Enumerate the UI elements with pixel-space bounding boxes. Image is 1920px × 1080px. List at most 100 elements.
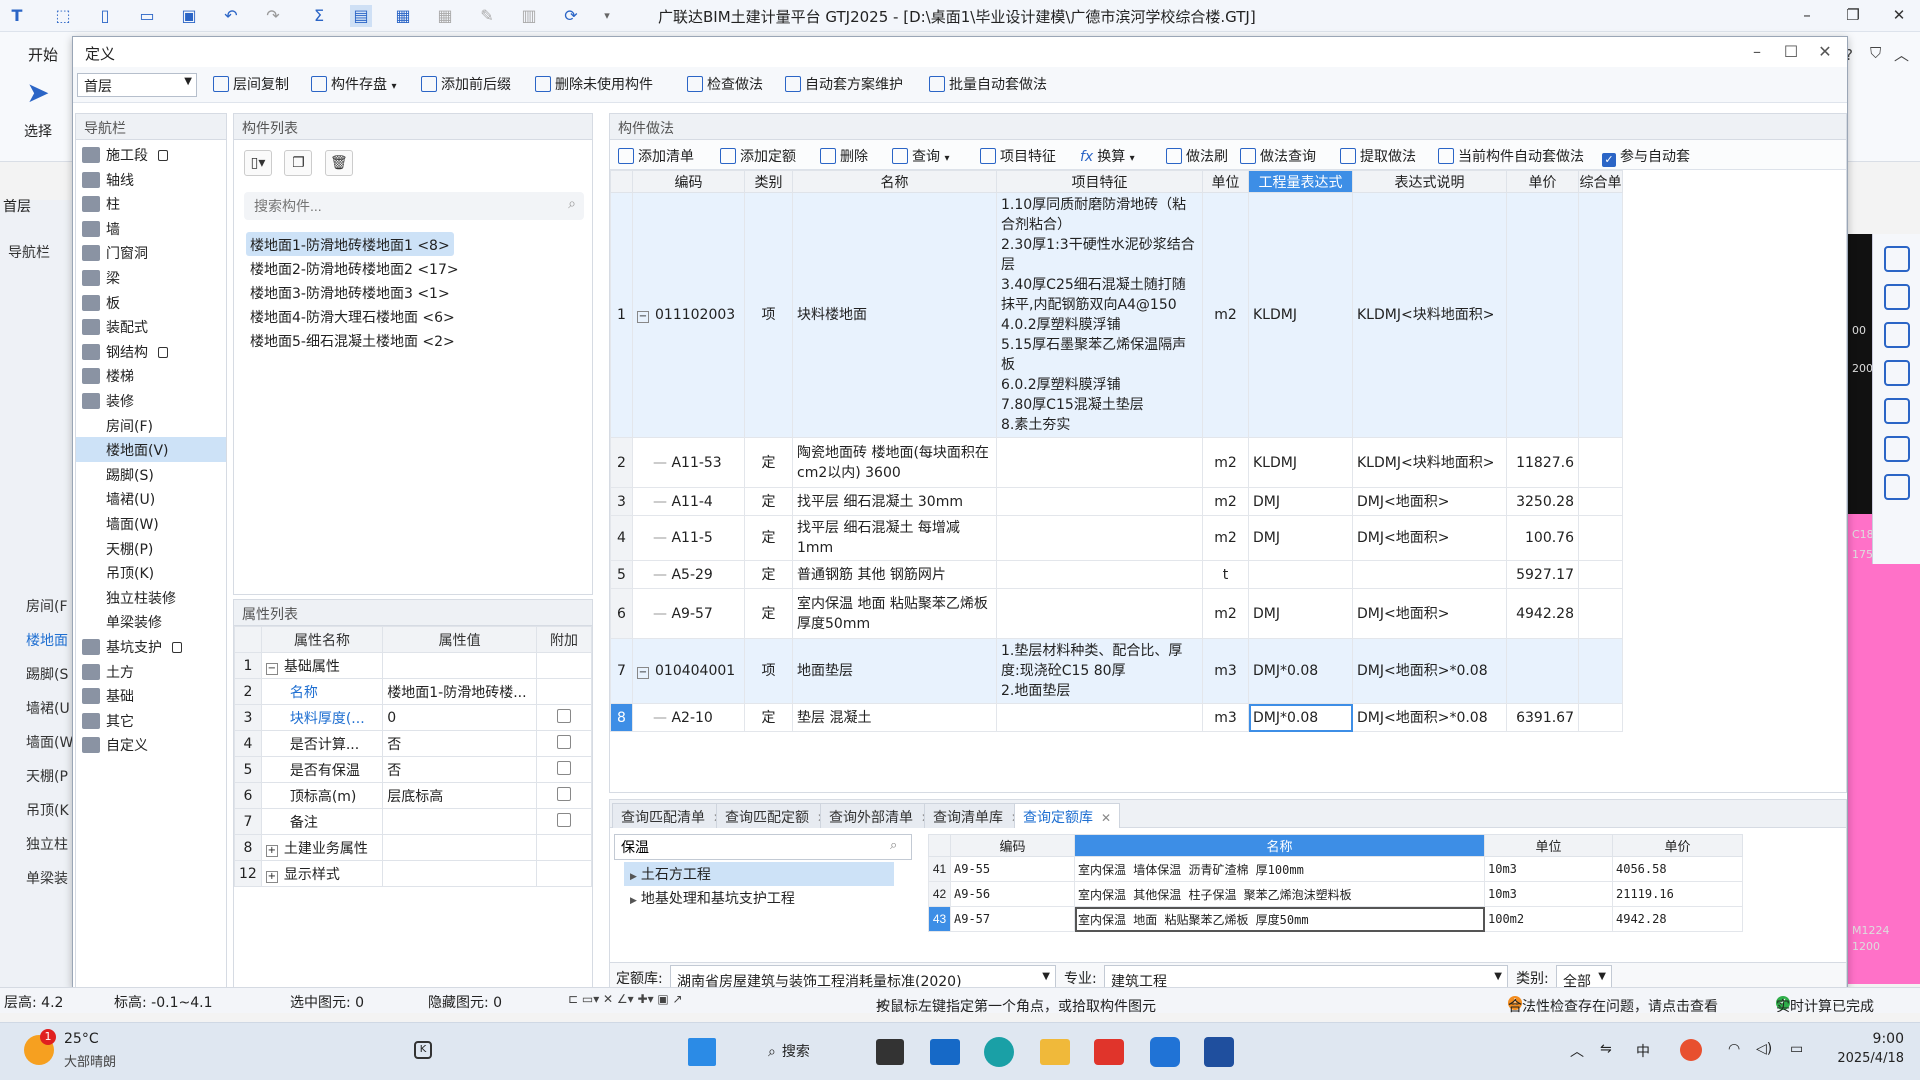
nav-item[interactable]: 土方 [76, 659, 226, 684]
expand-toggle-icon[interactable]: + [265, 844, 278, 857]
unit-cell[interactable]: m2 [1202, 487, 1249, 516]
expression-cell[interactable]: DMJ [1248, 515, 1353, 561]
name-cell[interactable]: 找平层 细石混凝土 30mm [792, 487, 997, 516]
app-left-item[interactable]: 天棚(P [26, 766, 68, 786]
unit-cell[interactable]: m3 [1202, 703, 1249, 732]
nav-item[interactable]: 楼梯 [76, 363, 226, 388]
sogou-ime-icon[interactable] [1680, 1039, 1702, 1061]
close-tab-icon[interactable]: ✕ [1101, 811, 1111, 825]
volume-icon[interactable]: ◁) [1756, 1041, 1772, 1057]
redo-icon[interactable]: ↷ [262, 5, 284, 27]
expr-desc-cell[interactable]: DMJ<地面积> [1352, 588, 1507, 639]
undo-icon[interactable]: ↶ [220, 5, 242, 27]
property-row[interactable]: 2 名称 楼地面1-防滑地砖楼... [234, 678, 593, 705]
property-row[interactable]: 7 备注 [234, 808, 593, 835]
taskbar-search[interactable]: ⌕ 搜索 [768, 1041, 810, 1061]
expression-cell[interactable] [1248, 560, 1353, 589]
attach-checkbox[interactable] [556, 734, 571, 749]
type-cell[interactable]: 定 [744, 703, 793, 732]
query-tab[interactable]: 查询定额库 ✕ [1014, 803, 1121, 828]
quota-unit-cell[interactable]: 100m2 [1484, 906, 1613, 932]
property-value[interactable]: 0 [382, 704, 537, 731]
property-row[interactable]: 12 + 显示样式 [234, 860, 593, 887]
new-file-icon[interactable]: ▯ [94, 5, 116, 27]
query-tab[interactable]: 查询匹配清单✕ [612, 803, 733, 828]
collapse-toggle-icon[interactable]: − [637, 667, 649, 679]
expression-cell[interactable]: DMJ*0.08 [1248, 638, 1353, 704]
item-features-button[interactable]: 项目特征 [980, 146, 1056, 166]
nav-item[interactable]: 楼地面(V) [76, 437, 226, 463]
code-cell[interactable]: −010404001 [632, 638, 745, 704]
name-cell[interactable]: 普通钢筋 其他 钢筋网片 [792, 560, 997, 589]
component-item[interactable]: 楼地面3-防滑地砖楼地面3 <1> [246, 280, 454, 304]
fullscreen-icon[interactable] [1883, 398, 1910, 424]
property-row[interactable]: 6 顶标高(m) 层底标高 [234, 782, 593, 809]
quota-code-cell[interactable]: A9-55 [950, 856, 1075, 882]
nav-item[interactable]: 柱 [76, 191, 226, 216]
method-row[interactable]: 4 — A11-5 定 找平层 细石混凝土 每增减 1mm m2 DMJ DMJ<地面积> 1… [610, 515, 1623, 561]
nav-item[interactable]: 踢脚(S) [76, 462, 226, 487]
property-value[interactable]: 楼地面1-防滑地砖楼... [382, 678, 537, 705]
quota-row[interactable]: 41 A9-55 室内保温 墙体保温 沥青矿渣棉 厚100mm 10m3 4056.58 [928, 856, 1743, 882]
code-cell[interactable]: — A2-10 [632, 703, 745, 732]
dialog-close-button[interactable]: ✕ [1811, 40, 1839, 64]
method-query-button[interactable]: 做法查询 [1240, 146, 1316, 166]
quota-unit-cell[interactable]: 10m3 [1484, 856, 1613, 882]
query-tab[interactable]: 查询外部清单✕ [820, 803, 941, 828]
quota-price-cell[interactable]: 21119.16 [1612, 881, 1743, 907]
tray-expand-icon[interactable]: ︿ [1570, 1041, 1584, 1061]
nav-item[interactable]: 轴线 [76, 167, 226, 192]
open-folder-icon[interactable]: ▭ [136, 5, 158, 27]
expand-toggle-icon[interactable]: − [265, 662, 278, 675]
nav-item[interactable]: 单梁装修 [76, 609, 226, 634]
nav-item[interactable]: 墙裙(U) [76, 486, 226, 511]
orbit-view-icon[interactable] [1883, 246, 1910, 272]
property-value[interactable]: 否 [382, 730, 537, 757]
unit-cell[interactable]: t [1202, 560, 1249, 589]
table-icon[interactable]: ▥ [518, 5, 540, 27]
snap-tools-icon[interactable]: ⊏ ▭▾ ✕ ∠▾ ✚▾ ▣ ↗ [568, 992, 683, 1006]
code-cell[interactable]: −011102003 [632, 192, 745, 438]
add-prefix-suffix-button[interactable]: 添加前后缀 [421, 74, 511, 94]
query-tab[interactable]: 查询匹配定额✕ [716, 803, 837, 828]
app-left-item[interactable]: 墙面(W [26, 732, 73, 752]
method-row[interactable]: 1−011102003 项块料楼地面 1.10厚同质耐磨防滑地砖（粘合剂粘合） 2.… [610, 192, 1623, 438]
property-row[interactable]: 5 是否有保温 否 [234, 756, 593, 783]
query-search-input[interactable] [614, 834, 912, 860]
new-component-button[interactable]: ▯▾ [244, 150, 272, 176]
nav-item[interactable]: 装配式 [76, 314, 226, 339]
delete-component-button[interactable]: 🗑 [324, 150, 353, 176]
expression-cell[interactable]: DMJ*0.08 [1248, 703, 1353, 732]
feature-cell[interactable] [996, 588, 1203, 639]
attach-checkbox[interactable] [556, 786, 571, 801]
add-bill-button[interactable]: 添加清单 [618, 146, 694, 166]
component-item[interactable]: 楼地面2-防滑地砖楼地面2 <17> [246, 256, 463, 280]
quota-name-cell[interactable]: 室内保温 地面 粘贴聚苯乙烯板 厚度50mm [1074, 906, 1485, 932]
price-cell[interactable]: 11827.6 [1506, 437, 1579, 488]
type-cell[interactable]: 项 [744, 192, 793, 438]
nav-item[interactable]: 钢结构 [76, 339, 226, 364]
price-cell[interactable]: 5927.17 [1506, 560, 1579, 589]
feature-cell[interactable] [996, 703, 1203, 732]
nav-item[interactable]: 基坑支护 [76, 634, 226, 659]
conversion-button[interactable]: fx 换算 ▾ [1080, 146, 1135, 166]
task-view-icon[interactable] [876, 1039, 904, 1065]
name-cell[interactable]: 找平层 细石混凝土 每增减 1mm [792, 515, 997, 561]
unit-cell[interactable]: m3 [1202, 638, 1249, 704]
price-cell[interactable] [1506, 192, 1579, 438]
major-select[interactable]: 建筑工程 ▼ [1104, 965, 1508, 990]
component-item[interactable]: 楼地面1-防滑地砖楼地面1 <8> [246, 232, 454, 256]
app-left-item[interactable]: 踢脚(S [26, 664, 68, 684]
expr-desc-cell[interactable] [1352, 560, 1507, 589]
expand-toggle-icon[interactable]: + [265, 870, 278, 883]
search-icon[interactable]: ⌕ [568, 196, 576, 212]
property-value[interactable]: 层底标高 [382, 782, 537, 809]
expr-desc-cell[interactable]: DMJ<地面积>*0.08 [1352, 638, 1507, 704]
property-row[interactable]: 8 + 土建业务属性 [234, 834, 593, 861]
collapse-toggle-icon[interactable]: − [637, 311, 649, 323]
app-left-item[interactable]: 房间(F [26, 596, 68, 616]
ime-indicator[interactable]: 中 [1636, 1041, 1650, 1061]
nav-item[interactable]: 墙 [76, 216, 226, 241]
nav-item[interactable]: 天棚(P) [76, 536, 226, 561]
top-view-icon[interactable] [1883, 322, 1910, 348]
